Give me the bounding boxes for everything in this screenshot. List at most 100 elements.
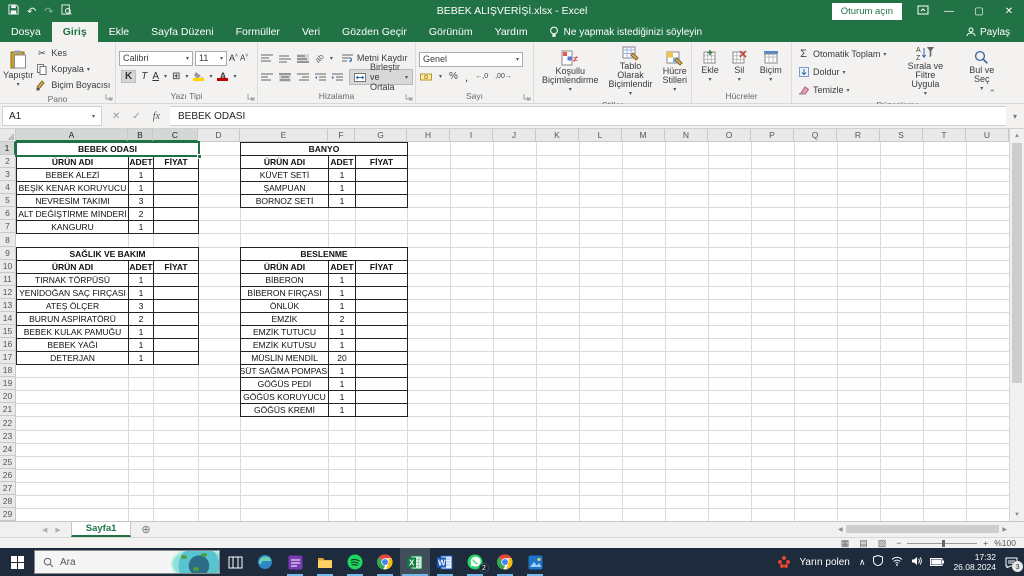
cut-button[interactable]: ✂Kes xyxy=(33,45,112,61)
notification-center-button[interactable]: 3 xyxy=(1005,557,1018,568)
row-header-6[interactable]: 6 xyxy=(0,207,16,220)
accounting-format-icon[interactable] xyxy=(419,70,432,83)
row-header-29[interactable]: 29 xyxy=(0,508,16,521)
share-button[interactable]: Paylaş xyxy=(966,22,1024,42)
delete-cells-button[interactable]: Sil▾ xyxy=(726,50,752,85)
scroll-down-icon[interactable]: ▼ xyxy=(1010,508,1024,521)
row-header-10[interactable]: 10 xyxy=(0,260,16,273)
grow-font-icon[interactable]: A˄ xyxy=(229,53,238,63)
align-left-icon[interactable] xyxy=(261,73,273,82)
sheet-grid[interactable]: ABCDEFGHIJKLMNOPQRSTU1234567891011121314… xyxy=(0,129,1024,521)
align-bottom-icon[interactable] xyxy=(297,54,309,63)
close-button[interactable]: ✕ xyxy=(994,0,1024,22)
cell[interactable] xyxy=(356,274,408,287)
row-header-28[interactable]: 28 xyxy=(0,495,16,508)
column-header-I[interactable]: I xyxy=(450,129,493,142)
cell[interactable]: ÖNLÜK xyxy=(241,300,329,313)
taskbar-clock[interactable]: 17:32 26.08.2024 xyxy=(953,552,996,572)
cell[interactable] xyxy=(154,300,199,313)
normal-view-icon[interactable]: ▦ xyxy=(841,538,850,549)
column-header-D[interactable]: D xyxy=(198,129,240,142)
insert-function-icon[interactable]: fx xyxy=(153,111,160,122)
row-header-17[interactable]: 17 xyxy=(0,351,16,364)
cell[interactable]: BANYO xyxy=(241,143,408,156)
cell[interactable]: NEVRESİM TAKIMI xyxy=(17,195,129,208)
cell[interactable]: FİYAT xyxy=(356,261,408,274)
scroll-right-icon[interactable]: ▶ xyxy=(999,526,1010,533)
cell[interactable]: 20 xyxy=(329,352,356,365)
taskbar-whatsapp-icon[interactable]: 2 xyxy=(460,548,490,576)
cell[interactable]: ATEŞ ÖLÇER xyxy=(17,300,129,313)
taskbar-purple-app-icon[interactable] xyxy=(280,548,310,576)
row-header-1[interactable]: 1 xyxy=(0,142,16,155)
undo-icon[interactable]: ↶ xyxy=(27,5,36,18)
tab-görünüm[interactable]: Görünüm xyxy=(418,22,484,42)
tab-yardım[interactable]: Yardım xyxy=(484,22,539,42)
number-dialog-launcher[interactable] xyxy=(523,93,531,101)
cell[interactable]: ÜRÜN ADI xyxy=(17,261,129,274)
print-preview-icon[interactable] xyxy=(61,4,72,18)
horizontal-scroll-thumb[interactable] xyxy=(846,525,1000,533)
expand-formula-bar-icon[interactable]: ▾ xyxy=(1006,104,1024,128)
column-header-G[interactable]: G xyxy=(355,129,407,142)
sort-filter-button[interactable]: AZ Sırala ve Filtre Uygula▾ xyxy=(896,45,954,99)
scroll-left-icon[interactable]: ◀ xyxy=(835,526,846,533)
underline-button[interactable]: A xyxy=(152,71,159,82)
clear-button[interactable]: Temizle▾ xyxy=(795,82,888,98)
cell[interactable]: ÜRÜN ADI xyxy=(241,261,329,274)
weather-status[interactable]: Yarın polen xyxy=(799,557,849,568)
cell[interactable] xyxy=(356,287,408,300)
column-header-S[interactable]: S xyxy=(880,129,923,142)
cell[interactable] xyxy=(154,195,199,208)
align-right-icon[interactable] xyxy=(297,73,309,82)
row-header-21[interactable]: 21 xyxy=(0,403,16,416)
cell[interactable]: EMZİK xyxy=(241,313,329,326)
row-header-22[interactable]: 22 xyxy=(0,416,16,429)
column-header-U[interactable]: U xyxy=(966,129,1009,142)
cell[interactable]: GÖĞÜS KORUYUCU xyxy=(241,391,329,404)
cell[interactable]: 1 xyxy=(329,339,356,352)
align-top-icon[interactable] xyxy=(261,54,273,63)
cell[interactable]: FİYAT xyxy=(356,156,408,169)
cell[interactable] xyxy=(154,287,199,300)
redo-icon[interactable]: ↷ xyxy=(44,5,53,18)
cell[interactable]: YENİDOĞAN SAÇ FIRÇASI xyxy=(17,287,129,300)
start-button[interactable] xyxy=(0,548,34,576)
cell[interactable]: EMZİK KUTUSU xyxy=(241,339,329,352)
fill-button[interactable]: Doldur▾ xyxy=(795,64,888,80)
cell[interactable]: 1 xyxy=(129,287,154,300)
cell[interactable]: BESLENME xyxy=(241,248,408,261)
row-header-20[interactable]: 20 xyxy=(0,390,16,403)
vertical-scrollbar[interactable]: ▲ ▼ xyxy=(1009,129,1024,521)
cell[interactable] xyxy=(356,300,408,313)
taskbar-search-input[interactable]: Ara xyxy=(34,550,220,574)
column-header-T[interactable]: T xyxy=(923,129,966,142)
scroll-up-icon[interactable]: ▲ xyxy=(1010,129,1024,142)
cell[interactable]: 1 xyxy=(329,169,356,182)
alignment-dialog-launcher[interactable] xyxy=(405,93,413,101)
cell[interactable] xyxy=(356,182,408,195)
cell[interactable]: ÜRÜN ADI xyxy=(241,156,329,169)
cancel-icon[interactable]: ✕ xyxy=(112,111,120,122)
cell[interactable]: ŞAMPUAN xyxy=(241,182,329,195)
clipboard-dialog-launcher[interactable] xyxy=(105,93,113,101)
cell[interactable] xyxy=(154,274,199,287)
cell[interactable]: ADET xyxy=(129,156,154,169)
bold-button[interactable]: K xyxy=(121,70,136,83)
paste-button[interactable]: Yapıştır▾ xyxy=(3,45,33,93)
cell[interactable]: GÖĞÜS KREMİ xyxy=(241,404,329,417)
tab-formüller[interactable]: Formüller xyxy=(225,22,291,42)
cell[interactable] xyxy=(356,313,408,326)
cell[interactable] xyxy=(356,378,408,391)
cell[interactable]: 1 xyxy=(329,391,356,404)
cell[interactable]: 1 xyxy=(329,274,356,287)
cell[interactable]: ADET xyxy=(129,261,154,274)
cell[interactable] xyxy=(356,169,408,182)
insert-cells-button[interactable]: Ekle▾ xyxy=(696,50,724,85)
cell[interactable] xyxy=(356,339,408,352)
cell[interactable] xyxy=(154,352,199,365)
cell[interactable]: FİYAT xyxy=(154,156,199,169)
active-cell-selection[interactable] xyxy=(15,141,200,157)
cell[interactable] xyxy=(154,339,199,352)
tab-sayfa-düzeni[interactable]: Sayfa Düzeni xyxy=(140,22,224,42)
